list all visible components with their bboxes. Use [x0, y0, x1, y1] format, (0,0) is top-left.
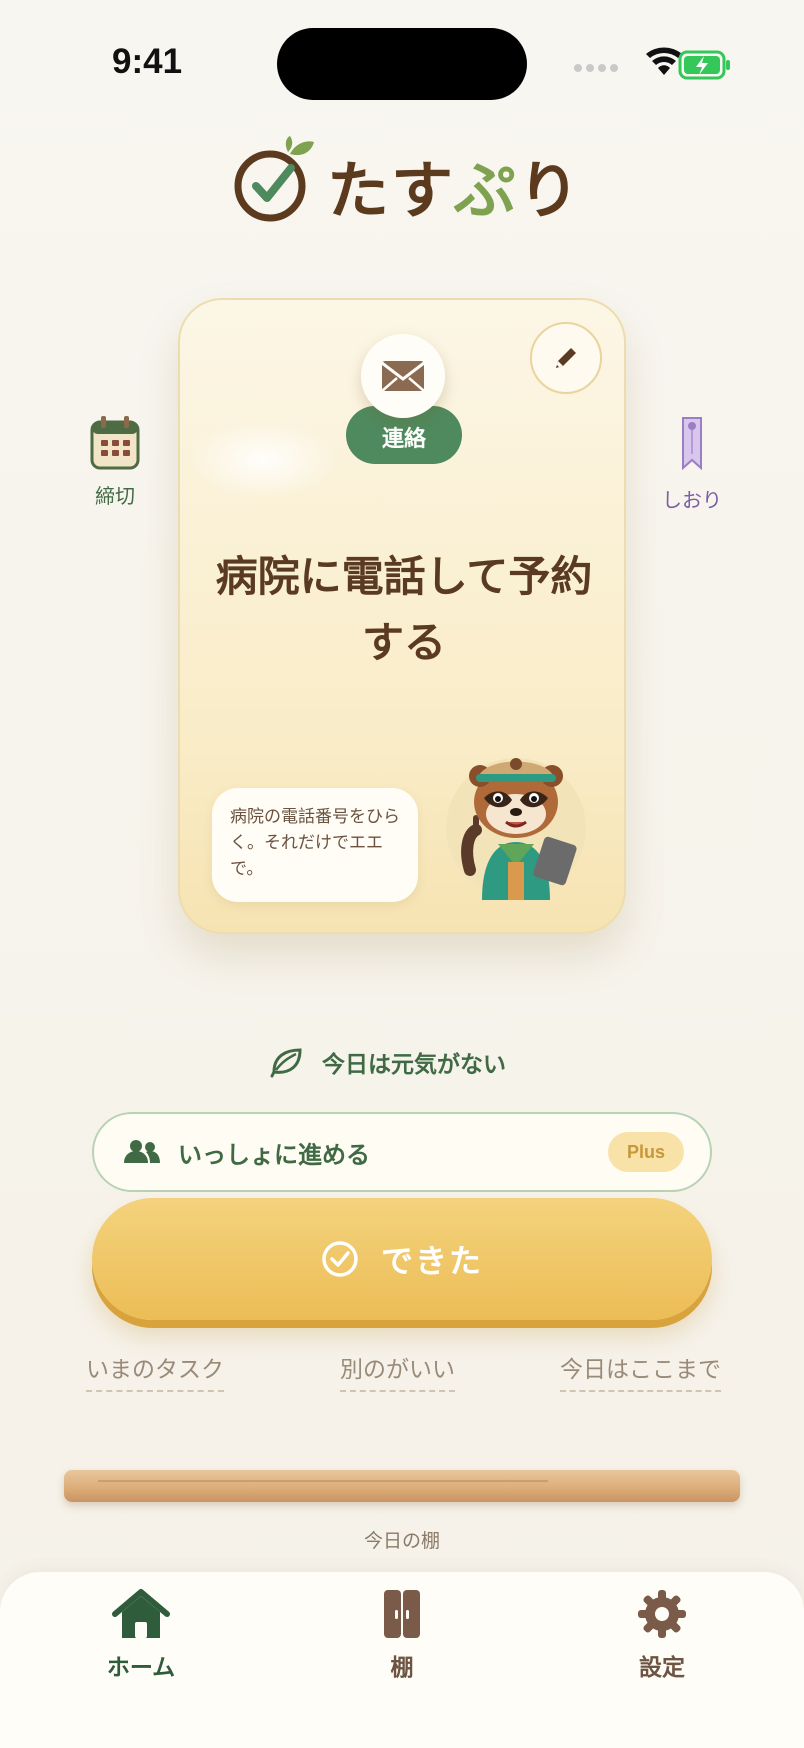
cloud-decoration: [188, 420, 338, 500]
bookmark-button[interactable]: しおり: [652, 414, 732, 513]
dynamic-island: [277, 28, 527, 100]
people-icon: [124, 1140, 160, 1163]
status-time: 9:41: [112, 42, 183, 81]
done-label: できた: [380, 1242, 483, 1280]
mascot-hint-bubble: 病院の電話番号をひらく。それだけでエエで。: [212, 788, 418, 902]
check-circle-icon: [322, 1241, 358, 1277]
tab-shelf-label: 棚: [390, 1655, 414, 1681]
deadline-button[interactable]: 締切: [80, 414, 150, 509]
home-icon: [112, 1589, 170, 1638]
signal-dots-icon: [574, 64, 618, 72]
current-task-link[interactable]: いまのタスク: [86, 1350, 224, 1392]
app-screen: 9:41 たすぷり 締切 しおり 連絡 病院に電話して予約する 病院の電話番号を…: [0, 0, 804, 1748]
together-button[interactable]: いっしょに進める Plus: [92, 1112, 712, 1192]
low-energy-label: 今日は元気がない: [322, 1052, 506, 1078]
tab-shelf[interactable]: 棚: [342, 1588, 462, 1682]
together-label: いっしょに進める: [178, 1140, 370, 1169]
task-card[interactable]: 連絡 病院に電話して予約する 病院の電話番号をひらく。それだけでエエで。: [178, 298, 626, 934]
logo-text-main: たす: [327, 154, 454, 227]
plus-badge: Plus: [608, 1132, 684, 1172]
today-shelf: [64, 1470, 740, 1502]
gear-icon: [638, 1590, 686, 1638]
shelf-label: 今日の棚: [363, 1530, 440, 1552]
tab-bar: ホーム 棚 設定: [0, 1572, 804, 1748]
shelf-grain: [98, 1480, 548, 1482]
logo-text-end: り: [517, 154, 582, 227]
pencil-icon: [556, 348, 576, 368]
check-leaf-logo-icon: [234, 136, 314, 222]
tab-home[interactable]: ホーム: [81, 1588, 201, 1682]
category-icon-badge: [361, 334, 445, 418]
tab-home-label: ホーム: [106, 1655, 176, 1681]
done-button[interactable]: できた: [92, 1198, 712, 1320]
bookmark-label: しおり: [662, 488, 722, 512]
app-logo: たすぷり: [232, 136, 580, 227]
low-energy-button[interactable]: 今日は元気がない: [270, 1044, 506, 1080]
deadline-label: 締切: [95, 484, 135, 508]
battery-icon: [678, 50, 730, 80]
mail-icon: [381, 361, 425, 392]
wifi-icon: [646, 47, 682, 75]
status-icons: [574, 47, 730, 80]
app-title: たすぷり: [327, 140, 582, 230]
leaf-icon: [270, 1048, 302, 1078]
another-task-link[interactable]: 別のがいい: [340, 1350, 455, 1392]
task-title: 病院に電話して予約する: [215, 552, 593, 667]
calendar-icon: [90, 416, 140, 470]
stop-today-link[interactable]: 今日はここまで: [560, 1350, 721, 1392]
logo-text-accent: ぷ: [453, 154, 518, 227]
tab-settings[interactable]: 設定: [602, 1588, 722, 1682]
cabinet-icon: [384, 1590, 420, 1638]
edit-button[interactable]: [530, 322, 602, 394]
bookmark-icon: [682, 417, 702, 471]
raccoon-mascot-icon: [446, 758, 586, 900]
tab-settings-label: 設定: [639, 1655, 685, 1681]
